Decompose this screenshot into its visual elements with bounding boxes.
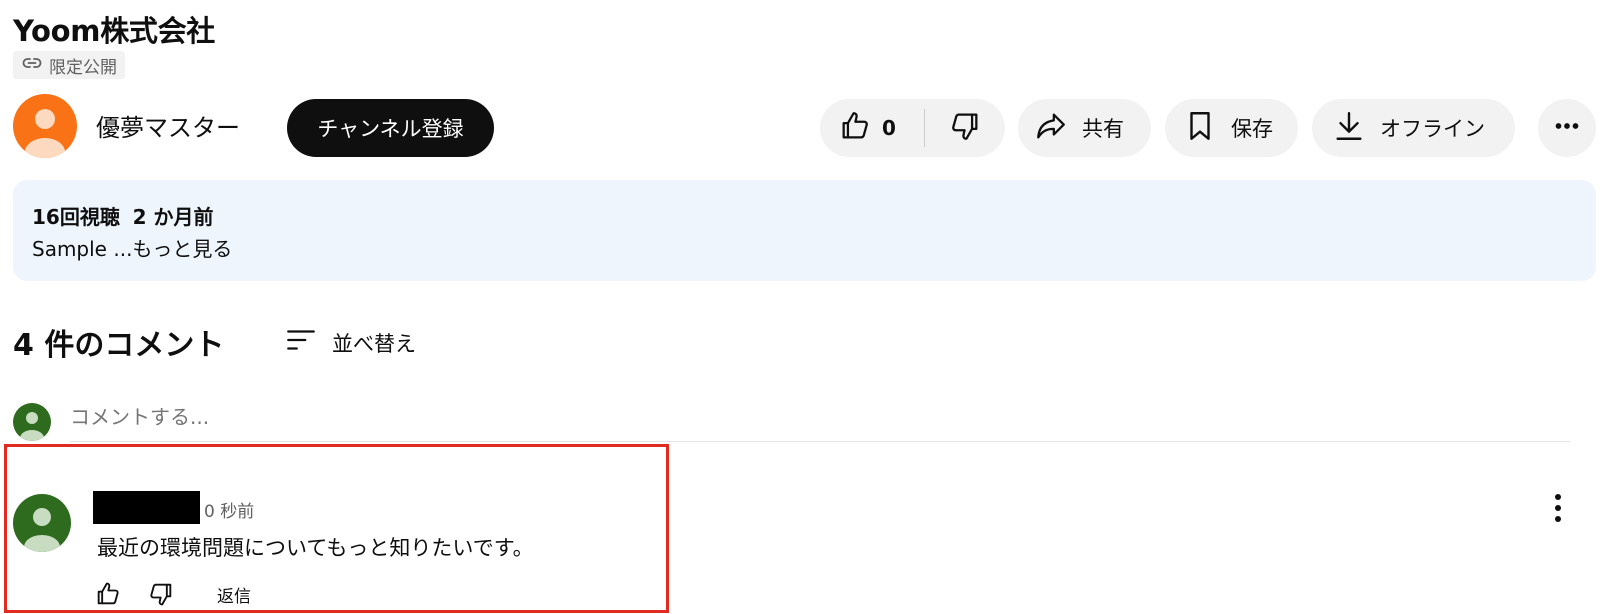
like-dislike-group: 0 <box>820 99 1005 157</box>
commenter-avatar[interactable] <box>13 494 71 552</box>
dislike-icon <box>150 583 172 606</box>
save-label: 保存 <box>1231 117 1273 141</box>
like-button[interactable]: 0 <box>820 99 924 157</box>
comment-text: 最近の環境問題についてもっと知りたいです。 <box>97 536 534 560</box>
dislike-icon <box>948 109 982 148</box>
comment-input[interactable] <box>70 405 1570 429</box>
like-count: 0 <box>882 116 896 140</box>
redacted-username <box>93 491 200 524</box>
link-icon <box>20 51 44 80</box>
save-button[interactable]: 保存 <box>1165 99 1298 157</box>
subscribe-button[interactable]: チャンネル登録 <box>287 99 494 157</box>
upload-age: 2 か月前 <box>132 205 214 229</box>
channel-name[interactable]: 優夢マスター <box>96 108 240 143</box>
like-icon <box>97 582 119 605</box>
current-user-avatar <box>13 403 51 441</box>
comment-count: 4 件のコメント <box>13 328 225 363</box>
offline-button[interactable]: オフライン <box>1312 99 1515 157</box>
like-icon <box>838 109 872 148</box>
description-box[interactable]: 16回視聴 2 か月前 Sample ...もっと見る <box>13 180 1596 281</box>
comment-time: 0 秒前 <box>204 502 255 522</box>
view-count: 16回視聴 <box>32 205 120 229</box>
comment-like-button[interactable] <box>94 580 122 608</box>
visibility-label: 限定公開 <box>49 57 117 78</box>
dislike-button[interactable] <box>925 99 1005 157</box>
comment-dislike-button[interactable] <box>147 580 175 608</box>
share-label: 共有 <box>1082 117 1124 141</box>
video-title: Yoom株式会社 <box>13 14 216 48</box>
share-icon <box>1034 109 1068 148</box>
comment-input-underline <box>70 441 1570 442</box>
comment-menu-button[interactable] <box>1548 491 1568 525</box>
sort-label: 並べ替え <box>332 331 416 356</box>
more-actions-button[interactable] <box>1538 99 1596 157</box>
more-horizontal-icon <box>1550 109 1584 148</box>
share-button[interactable]: 共有 <box>1018 99 1151 157</box>
more-vertical-icon <box>1555 494 1561 522</box>
description-text: Sample ...もっと見る <box>32 237 233 261</box>
sort-button[interactable]: 並べ替え <box>284 323 416 362</box>
offline-label: オフライン <box>1380 117 1485 141</box>
visibility-badge: 限定公開 <box>13 51 125 79</box>
bookmark-icon <box>1183 109 1217 148</box>
description-stats: 16回視聴 2 か月前 <box>32 201 1577 233</box>
reply-button[interactable]: 返信 <box>217 582 251 607</box>
sort-icon <box>284 323 318 362</box>
download-icon <box>1332 109 1366 148</box>
channel-avatar[interactable] <box>13 94 77 158</box>
